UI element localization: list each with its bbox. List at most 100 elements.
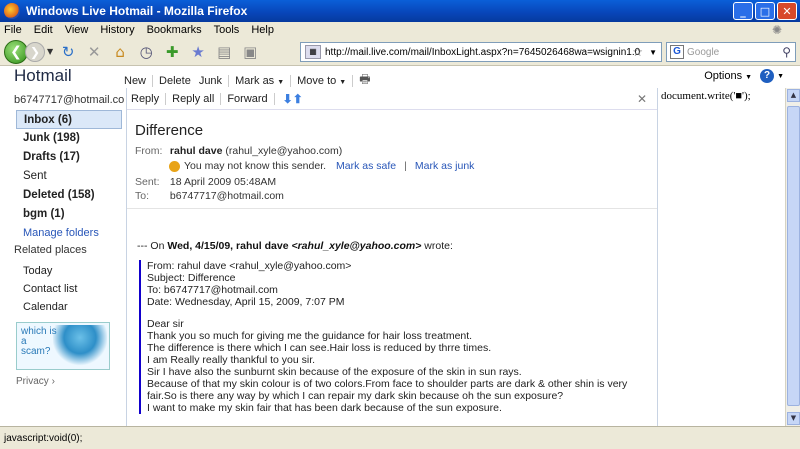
forward-button[interactable]: ❯ — [25, 41, 45, 62]
quoted-header-line: Subject: Difference — [147, 272, 236, 284]
message-subject: Difference — [135, 122, 204, 139]
stop-icon[interactable]: ✕ — [83, 41, 105, 63]
script-text: document.write('■'); — [661, 90, 751, 102]
url-text: http://mail.live.com/mail/InboxLight.asp… — [325, 46, 641, 58]
sent-label: Sent: — [135, 176, 160, 188]
ad-image — [53, 325, 107, 367]
search-input[interactable]: Google — [687, 47, 719, 58]
delete-button[interactable]: Delete — [159, 75, 191, 87]
new-tab-icon[interactable]: ✚ — [161, 41, 183, 63]
sender-email: (rahul_xyle@yahoo.com) — [225, 145, 343, 157]
manage-folders-link[interactable]: Manage folders — [16, 224, 122, 242]
privacy-label: Privacy — [16, 376, 49, 387]
new-button[interactable]: New — [124, 75, 146, 87]
quoted-header-line: To: b6747717@hotmail.com — [147, 284, 278, 296]
close-button[interactable]: ✕ — [777, 2, 797, 20]
window-title: Windows Live Hotmail - Mozilla Firefox — [26, 4, 248, 18]
folder-bgm[interactable]: bgm (1) — [16, 205, 122, 224]
body-line: fair.So is there any way by which I can … — [147, 390, 564, 402]
place-calendar[interactable]: Calendar — [16, 298, 77, 316]
scroll-up-icon[interactable]: ▲ — [787, 89, 800, 102]
body-line: Sir I have also the sunburnt skin becaus… — [147, 366, 522, 378]
body-line: I am Really really thankful to you sir. — [147, 354, 316, 366]
firefox-icon — [4, 3, 20, 19]
menu-history[interactable]: History — [100, 24, 134, 36]
sender-name[interactable]: rahul dave — [170, 145, 223, 157]
body-line: I want to make my skin fair that has bee… — [147, 402, 502, 414]
home-icon[interactable]: ⌂ — [109, 41, 131, 63]
place-contact-list[interactable]: Contact list — [16, 280, 77, 298]
help-dropdown-icon[interactable]: ▼ — [777, 73, 784, 80]
quote-email: <rahul_xyle@yahoo.com> — [291, 240, 422, 252]
mark-as-safe-link[interactable]: Mark as safe — [336, 160, 396, 172]
reply-all-button[interactable]: Reply all — [172, 93, 214, 105]
history-icon[interactable]: ◷ — [135, 41, 157, 63]
chevron-down-icon: ▼ — [745, 74, 753, 81]
left-nav: b6747717@hotmail.com Inbox (6) Junk (198… — [0, 88, 126, 426]
related-places-list: Today Contact list Calendar — [16, 262, 77, 316]
maximize-button[interactable]: □ — [755, 2, 775, 20]
move-to-label: Move to — [297, 74, 337, 87]
quoted-header-line: Date: Wednesday, April 15, 2009, 7:07 PM — [147, 296, 345, 308]
prev-next-arrows-icon[interactable]: ⬇⬆ — [283, 92, 303, 106]
mark-as-label: Mark as — [235, 74, 275, 87]
mark-as-button[interactable]: Mark as ▼ — [235, 75, 284, 87]
related-places-heading: Related places — [14, 244, 87, 256]
folder-sent[interactable]: Sent — [16, 167, 122, 186]
status-text: javascript:void(0); — [4, 432, 83, 444]
print-icon[interactable]: ▤ — [213, 41, 235, 63]
google-icon[interactable]: G — [670, 45, 684, 59]
vertical-scrollbar[interactable]: ▲ ▼ — [785, 88, 800, 426]
reload-icon[interactable]: ↻ — [57, 41, 79, 63]
hotmail-logo[interactable]: Hotmail — [14, 66, 72, 86]
url-dropdown-icon[interactable]: ▼ — [649, 48, 657, 57]
junk-button[interactable]: Junk — [199, 75, 222, 87]
clipboard-icon[interactable]: ▣ — [239, 41, 261, 63]
forward-button[interactable]: Forward — [227, 93, 267, 105]
menu-bookmarks[interactable]: Bookmarks — [147, 24, 202, 36]
from-label: From: — [135, 145, 163, 157]
scroll-down-icon[interactable]: ▼ — [787, 412, 800, 425]
star-icon[interactable]: ☆ — [632, 45, 643, 59]
scroll-thumb[interactable] — [787, 106, 800, 406]
minimize-button[interactable]: _ — [733, 2, 753, 20]
throbber-icon: ✺ — [771, 23, 782, 37]
menu-view[interactable]: View — [65, 24, 89, 36]
chevron-down-icon: ▼ — [277, 78, 285, 86]
account-email[interactable]: b6747717@hotmail.com — [14, 94, 124, 106]
chevron-down-icon: ▼ — [339, 78, 347, 86]
quote-intro: --- On Wed, 4/15/09, rahul dave <rahul_x… — [137, 240, 453, 252]
mark-as-junk-link[interactable]: Mark as junk — [415, 160, 475, 172]
menu-file[interactable]: File — [4, 24, 22, 36]
recipient-email: b6747717@hotmail.com — [169, 190, 284, 202]
menu-edit[interactable]: Edit — [34, 24, 53, 36]
history-dropdown-icon[interactable]: ▼ — [47, 47, 53, 56]
window-titlebar: Windows Live Hotmail - Mozilla Firefox _… — [0, 0, 800, 22]
options-button[interactable]: Options ▼ — [704, 70, 752, 82]
url-bar[interactable]: ▦ http://mail.live.com/mail/InboxLight.a… — [300, 42, 662, 62]
folder-inbox[interactable]: Inbox (6) — [16, 110, 122, 129]
search-box[interactable]: G Google ⚲ — [666, 42, 796, 62]
site-icon: ▦ — [305, 45, 321, 59]
bookmark-icon[interactable]: ★ — [187, 41, 209, 63]
close-message-icon[interactable]: ✕ — [637, 92, 647, 106]
ad-banner[interactable]: which is a scam? — [16, 322, 110, 370]
search-icon[interactable]: ⚲ — [782, 45, 791, 59]
folder-deleted[interactable]: Deleted (158) — [16, 186, 122, 205]
menu-help[interactable]: Help — [251, 24, 274, 36]
message-toolbar: Reply Reply all Forward ⬇⬆ ✕ — [127, 88, 657, 110]
place-today[interactable]: Today — [16, 262, 77, 280]
folder-junk[interactable]: Junk (198) — [16, 129, 122, 148]
reply-button[interactable]: Reply — [131, 93, 159, 105]
status-bar: javascript:void(0); — [0, 426, 800, 449]
help-icon[interactable]: ? — [760, 69, 775, 83]
folder-drafts[interactable]: Drafts (17) — [16, 148, 122, 167]
quote-date: Wed, 4/15/09, rahul dave — [167, 240, 289, 252]
menu-tools[interactable]: Tools — [214, 24, 240, 36]
hotmail-toolbar: Hotmail New Delete Junk Mark as ▼ Move to… — [0, 66, 800, 88]
to-row: To: b6747717@hotmail.com — [135, 190, 284, 202]
privacy-link[interactable]: Privacy › — [16, 376, 55, 387]
sent-row: Sent: 18 April 2009 05:48AM — [135, 176, 276, 188]
sender-warning: You may not know this sender. Mark as sa… — [169, 160, 474, 172]
move-to-button[interactable]: Move to ▼ — [297, 75, 346, 87]
